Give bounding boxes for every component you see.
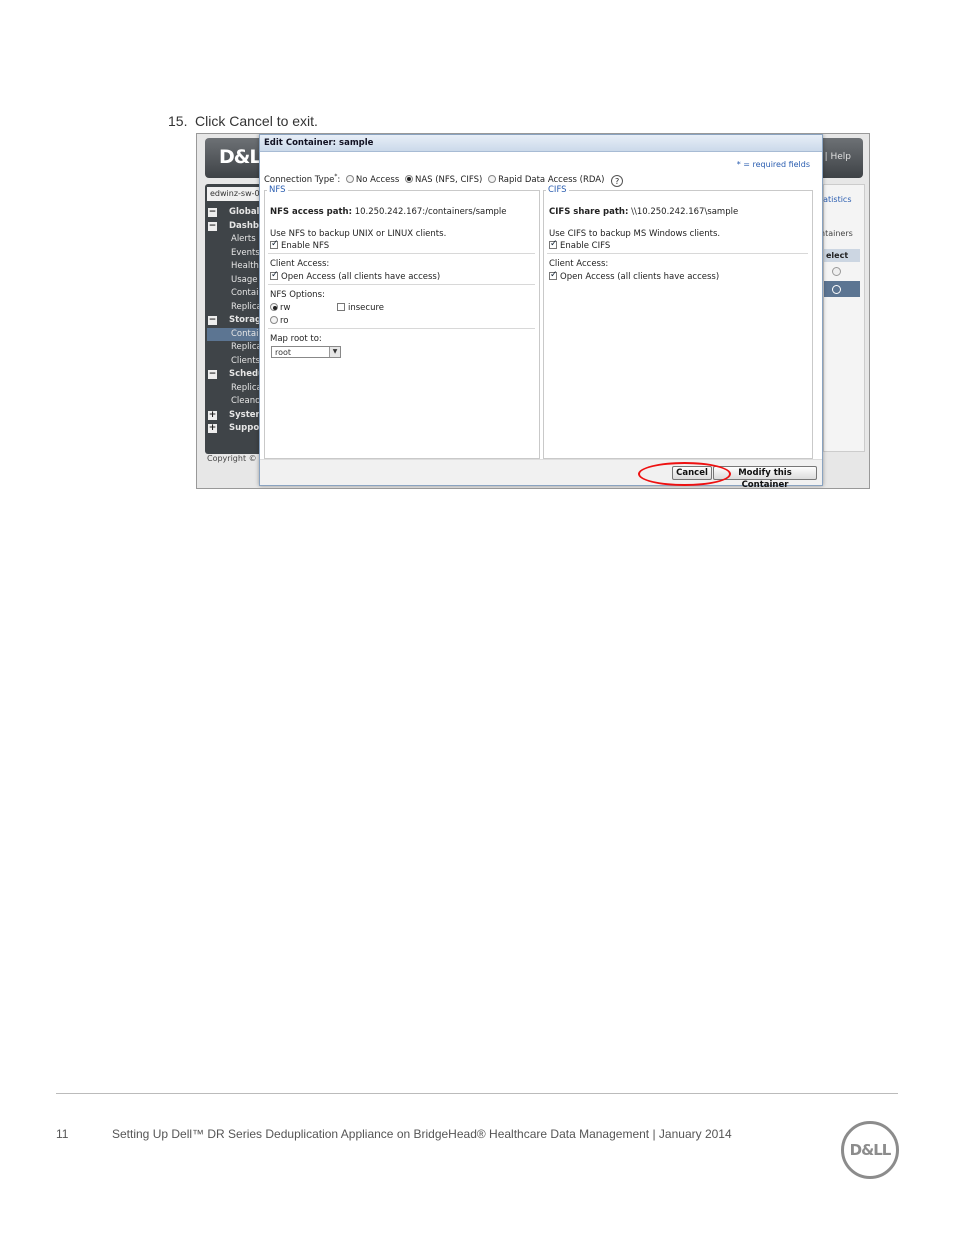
collapse-icon[interactable]: −	[208, 316, 217, 325]
cifs-open-access-checkbox[interactable]	[549, 270, 558, 280]
ro-label: ro	[280, 316, 289, 326]
containers-label: ntainers	[820, 229, 853, 238]
rw-label: rw	[280, 303, 291, 313]
cifs-use-text: Use CIFS to backup MS Windows clients.	[549, 229, 721, 239]
nfs-path-row: NFS access path: 10.250.242.167:/contain…	[270, 207, 507, 217]
map-root-select[interactable]: root ▼	[271, 346, 341, 358]
step-number: 15.	[168, 113, 188, 129]
collapse-icon[interactable]: −	[208, 370, 217, 379]
highlight-circle	[638, 462, 731, 486]
collapse-icon[interactable]: −	[208, 221, 217, 231]
expand-icon[interactable]: +	[208, 410, 217, 420]
nfs-open-access-label: Open Access (all clients have access)	[281, 272, 441, 282]
cifs-path-row: CIFS share path: \\10.250.242.167\sample	[549, 207, 738, 217]
dialog-footer: Cancel Modify this Container	[260, 459, 822, 488]
dell-logo-footer: D&LL	[841, 1121, 899, 1179]
nfs-path-value: 10.250.242.167:/containers/sample	[354, 207, 507, 217]
expand-icon[interactable]: +	[208, 424, 217, 433]
edit-container-dialog: Edit Container: sample * = required fiel…	[259, 134, 823, 488]
nfs-open-access-row: Open Access (all clients have access)	[270, 270, 441, 282]
enable-cifs-row: Enable CIFS	[549, 239, 611, 251]
enable-cifs-checkbox[interactable]	[549, 239, 558, 249]
divider	[268, 284, 535, 285]
cifs-open-access-row: Open Access (all clients have access)	[549, 270, 720, 282]
nav-item-label: Cleano	[231, 396, 261, 406]
select-column-header: elect	[824, 249, 860, 262]
insecure-checkbox[interactable]	[337, 303, 345, 311]
nav-item-label: Clients	[231, 355, 261, 366]
rw-option-row: rw	[270, 303, 290, 313]
step-text: Click Cancel to exit.	[195, 113, 318, 129]
footer-rule	[56, 1093, 898, 1094]
rda-radio[interactable]	[488, 174, 497, 183]
required-fields-note: * = required fields	[736, 160, 810, 169]
dialog-title: Edit Container: sample	[260, 135, 822, 152]
statistics-link[interactable]: tatistics	[820, 195, 852, 204]
enable-nfs-row: Enable NFS	[270, 239, 330, 251]
cifs-open-access-label: Open Access (all clients have access)	[560, 272, 720, 282]
page-number: 11	[56, 1127, 69, 1141]
enable-nfs-label: Enable NFS	[281, 241, 330, 251]
rda-label: Rapid Data Access (RDA)	[498, 174, 605, 185]
nav-item-label: Contair	[231, 288, 262, 298]
ro-radio[interactable]	[270, 316, 278, 324]
copyright: Copyright © 2	[207, 454, 265, 463]
right-panel: tatistics ntainers elect	[820, 184, 865, 452]
cifs-path-label: CIFS share path:	[549, 207, 629, 217]
nfs-options-label: NFS Options:	[270, 290, 325, 300]
nfs-open-access-checkbox[interactable]	[270, 270, 279, 280]
insecure-row: insecure	[337, 303, 384, 313]
enable-cifs-label: Enable CIFS	[560, 241, 611, 251]
step-instruction: 15. Click Cancel to exit.	[168, 113, 318, 129]
selected-row[interactable]	[824, 281, 860, 297]
nas-radio[interactable]	[404, 174, 413, 183]
no-access-radio[interactable]	[345, 174, 354, 183]
help-link[interactable]: | Help	[825, 152, 851, 162]
nfs-section: NFS NFS access path: 10.250.242.167:/con…	[264, 185, 540, 459]
nav-item-label: Usage	[231, 274, 258, 285]
cifs-section: CIFS CIFS share path: \\10.250.242.167\s…	[543, 185, 813, 459]
nfs-client-access-label: Client Access:	[270, 259, 330, 269]
footer-text: Setting Up Dell™ DR Series Deduplication…	[112, 1127, 732, 1141]
nas-label: NAS (NFS, CIFS)	[414, 174, 483, 185]
dell-logo-text: D&LL	[849, 1141, 892, 1159]
nfs-legend: NFS	[269, 185, 286, 195]
nfs-path-label: NFS access path:	[270, 207, 352, 217]
cifs-legend: CIFS	[548, 185, 567, 195]
insecure-label: insecure	[348, 303, 385, 313]
nav-item-label: Health	[231, 261, 259, 271]
enable-nfs-checkbox[interactable]	[270, 239, 279, 249]
divider	[547, 253, 808, 254]
dropdown-arrow-icon[interactable]: ▼	[329, 347, 340, 357]
nav-item-label: Replica	[231, 342, 262, 352]
row-select-radio-selected[interactable]	[832, 285, 841, 294]
hostname-field[interactable]: edwinz-sw-0	[207, 187, 267, 201]
divider	[268, 253, 535, 254]
screenshot: D&LL | Help edwinz-sw-0 − Global V − Dashbo…	[196, 133, 870, 489]
nav-item-label: Alerts	[231, 234, 256, 244]
row-select-radio[interactable]	[832, 267, 841, 276]
connection-type-label: Connection Type	[264, 174, 335, 185]
collapse-icon[interactable]: −	[208, 208, 217, 217]
divider	[268, 328, 535, 329]
nav-item-label: Replica	[231, 382, 262, 393]
rw-radio[interactable]	[270, 303, 278, 311]
nav-item-label: Events	[231, 247, 260, 258]
cifs-client-access-label: Client Access:	[549, 259, 609, 269]
map-root-value: root	[275, 348, 292, 357]
cifs-path-value: \\10.250.242.167\sample	[631, 207, 739, 217]
map-root-label: Map root to:	[270, 334, 322, 344]
nfs-use-text: Use NFS to backup UNIX or LINUX clients.	[270, 229, 447, 239]
no-access-label: No Access	[355, 174, 400, 185]
ro-option-row: ro	[270, 316, 289, 326]
nav-item-label: Replica	[231, 301, 262, 312]
